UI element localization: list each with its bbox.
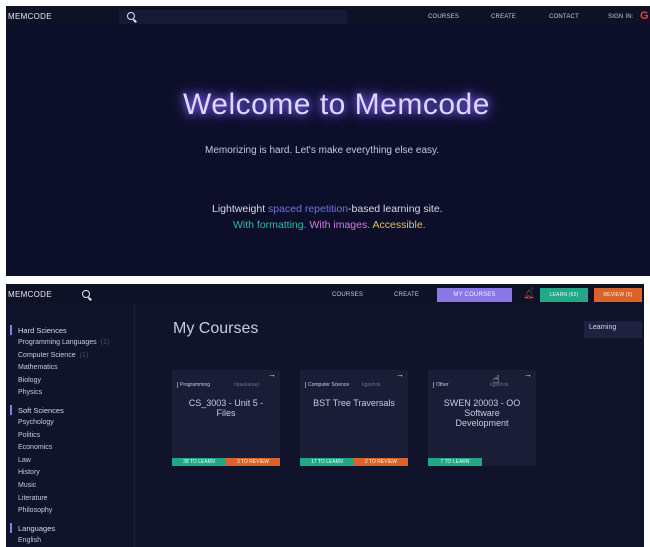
category-count: (1) — [79, 351, 89, 359]
category-label: Hard Sciences — [18, 326, 67, 335]
top-nav-contact[interactable]: CONTACT — [549, 14, 579, 20]
bottom-search-icon[interactable] — [82, 290, 90, 298]
images-feature: With images. — [306, 219, 371, 231]
tagline-text: -based learning site. — [348, 203, 443, 215]
bottom-nav-courses[interactable]: COURSES — [332, 292, 363, 298]
category-label: Physics — [18, 389, 43, 397]
category-item[interactable]: Physics — [18, 389, 42, 396]
category-item[interactable]: Music — [18, 482, 36, 489]
to-review-button[interactable]: 2 TO REVIEW — [354, 458, 408, 466]
hero-tagline-1: Lightweight spaced repetition-based lear… — [212, 203, 443, 215]
open-course-arrow-icon[interactable]: → — [268, 370, 276, 379]
category-group-marker — [10, 325, 12, 335]
category-marker — [177, 382, 178, 388]
to-learn-button[interactable]: 38 TO LEARN — [172, 458, 226, 466]
category-label: Psychology — [18, 419, 54, 426]
course-title[interactable]: SWEN 20003 - OO Software Development — [438, 398, 526, 428]
course-category: Other — [436, 382, 449, 388]
category-group-marker — [10, 405, 12, 415]
tagline-text: Lightweight — [212, 203, 269, 215]
top-search-icon[interactable] — [127, 12, 135, 20]
category-label: Mathematics — [18, 364, 58, 372]
category-item[interactable]: Law — [18, 457, 31, 464]
top-nav-create[interactable]: CREATE — [491, 14, 516, 20]
hand-cursor-icon: ☝︎ — [493, 374, 500, 386]
learn-button[interactable]: LEARN (62) — [540, 288, 588, 302]
category-label: English — [18, 536, 41, 544]
category-label: Politics — [18, 431, 41, 439]
top-logo[interactable]: MEMCODE — [8, 12, 52, 21]
to-learn-button[interactable]: 17 TO LEARN — [300, 458, 354, 466]
category-item[interactable]: Economics — [18, 444, 52, 451]
open-course-arrow-icon[interactable]: → — [524, 370, 532, 379]
category-label: Philosophy — [18, 507, 53, 515]
to-review-button[interactable]: 3 TO REVIEW — [226, 458, 280, 466]
spaced-repetition-link[interactable]: spaced repetition — [268, 203, 348, 215]
category-item[interactable]: Psychology — [18, 419, 54, 426]
category-label: Law — [18, 456, 31, 464]
category-group[interactable]: Soft Sciences — [18, 406, 64, 415]
bottom-logo[interactable]: MEMCODE — [8, 290, 52, 299]
page-title: My Courses — [173, 320, 259, 337]
category-count: (1) — [100, 339, 110, 346]
category-item[interactable]: History — [18, 469, 40, 476]
course-author[interactable]: ripaekanayi — [234, 382, 260, 388]
review-button[interactable]: REVIEW (5) — [594, 288, 642, 302]
category-label: Soft Sciences — [18, 406, 64, 415]
bell-badge: 0 — [531, 286, 534, 291]
course-title[interactable]: CS_3003 - Unit 5 - Files — [182, 398, 270, 418]
to-learn-button[interactable]: 7 TO LEARN — [428, 458, 482, 466]
formatting-feature: With formatting. — [233, 219, 307, 231]
category-item[interactable]: English — [18, 537, 41, 544]
google-signin-icon[interactable]: G — [640, 10, 649, 22]
category-label: Languages — [18, 523, 56, 533]
category-label: Computer Science — [18, 351, 76, 359]
course-category: Computer Science — [308, 382, 350, 388]
category-group[interactable]: Languages — [18, 524, 55, 533]
course-category: Programming — [180, 382, 211, 388]
category-item[interactable]: Programming Languages (1) — [18, 339, 109, 346]
category-label: History — [18, 469, 40, 477]
course-filter-select[interactable]: Learning — [584, 321, 642, 338]
category-marker — [305, 382, 306, 388]
bottom-nav-create[interactable]: CREATE — [394, 292, 419, 298]
category-label: Literature — [18, 494, 48, 502]
open-course-arrow-icon[interactable]: → — [396, 370, 404, 379]
category-item[interactable]: Computer Science (1) — [18, 352, 88, 359]
category-item[interactable]: Philosophy — [18, 507, 52, 514]
category-label: Music — [18, 482, 37, 489]
category-item[interactable]: Mathematics — [18, 364, 58, 371]
my-courses-button[interactable]: MY COURSES — [437, 288, 512, 302]
hero-title: Welcome to Memcode — [183, 88, 490, 121]
top-nav-courses[interactable]: COURSES — [428, 14, 459, 20]
category-marker — [433, 382, 434, 388]
top-search-input[interactable] — [119, 10, 347, 24]
accessible-feature: Accessible. — [370, 219, 426, 231]
hero-subtitle: Memorizing is hard. Let's make everythin… — [205, 145, 440, 156]
category-group-marker — [10, 522, 12, 533]
hero-tagline-2: With formatting. With images. Accessible… — [233, 219, 426, 231]
category-label: Economics — [18, 444, 53, 452]
category-label: Biology — [18, 376, 41, 384]
course-title[interactable]: BST Tree Traversals — [310, 398, 398, 408]
category-label: Programming Languages — [18, 339, 97, 346]
category-group[interactable]: Hard Sciences — [18, 326, 67, 335]
category-item[interactable]: Biology — [18, 377, 41, 384]
category-item[interactable]: Literature — [18, 495, 48, 502]
top-nav-signin-label: SIGN IN: — [608, 14, 634, 20]
course-author[interactable]: kgashok — [362, 382, 381, 388]
category-item[interactable]: Politics — [18, 432, 40, 439]
